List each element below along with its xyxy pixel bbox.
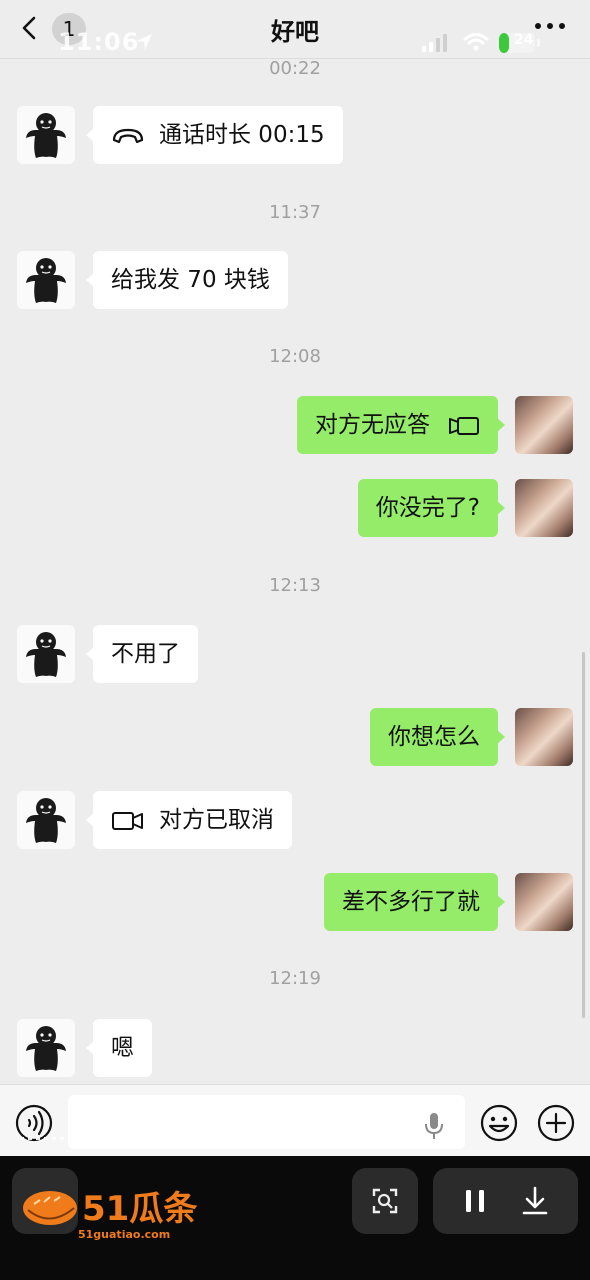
- chat-title: 好吧: [271, 18, 319, 46]
- message-text: 通话时长 00:15: [159, 122, 325, 148]
- message-row-incoming: 对方已取消: [0, 791, 590, 851]
- message-text: 嗯: [111, 1035, 134, 1061]
- video-call-icon: [112, 811, 143, 830]
- progress-dots: [20, 1137, 170, 1140]
- message-row-incoming: 给我发 70 块钱: [0, 251, 590, 311]
- user-avatar[interactable]: [515, 873, 573, 931]
- message-row-outgoing: 你想怎么: [0, 708, 590, 768]
- media-controls: [433, 1168, 578, 1234]
- message-bubble-outgoing[interactable]: 你没完了?: [357, 479, 506, 537]
- user-avatar[interactable]: [515, 396, 573, 454]
- contact-avatar[interactable]: [17, 1019, 75, 1077]
- message-bubble-incoming[interactable]: 对方已取消: [86, 791, 292, 849]
- video-call-icon: [449, 416, 479, 435]
- message-text: 对方已取消: [159, 807, 274, 833]
- more-options-icon[interactable]: [530, 14, 570, 38]
- watermark-brand: 51瓜条: [82, 1189, 197, 1229]
- emoji-icon[interactable]: [479, 1103, 519, 1143]
- download-icon[interactable]: [515, 1181, 555, 1221]
- contact-avatar[interactable]: [17, 791, 75, 849]
- message-row-incoming: 嗯: [0, 1019, 590, 1079]
- message-bubble-incoming[interactable]: 嗯: [86, 1019, 152, 1077]
- message-bubble-incoming[interactable]: 给我发 70 块钱: [86, 251, 288, 309]
- user-avatar[interactable]: [515, 708, 573, 766]
- message-input[interactable]: [68, 1095, 465, 1149]
- scan-icon: [372, 1188, 398, 1214]
- timestamp: 00:22: [269, 58, 321, 79]
- phone-icon: [112, 128, 144, 143]
- message-bubble-outgoing[interactable]: 对方无应答: [297, 396, 505, 454]
- timestamp: 12:19: [269, 968, 321, 989]
- message-bubble-outgoing[interactable]: 你想怎么: [370, 708, 505, 766]
- player-bar: 51瓜条 51guatiao.com: [0, 1156, 590, 1280]
- watermark-domain: 51guatiao.com: [78, 1228, 170, 1241]
- timestamp: 12:08: [269, 346, 321, 367]
- message-text: 你想怎么: [388, 724, 480, 750]
- pause-icon[interactable]: [455, 1181, 495, 1221]
- add-icon[interactable]: [536, 1103, 576, 1143]
- message-list[interactable]: 00:22 通话时长 00:15 11:37 给我发 70 块钱 12:08 对…: [0, 58, 590, 1084]
- contact-avatar[interactable]: [17, 625, 75, 683]
- message-bubble-outgoing[interactable]: 差不多行了就: [324, 873, 505, 931]
- message-row-incoming: 不用了: [0, 625, 590, 685]
- message-row-incoming: 通话时长 00:15: [0, 106, 590, 166]
- chat-header: 1 好吧 11:06 24: [0, 0, 590, 59]
- contact-avatar[interactable]: [17, 106, 75, 164]
- message-row-outgoing: 你没完了?: [0, 479, 590, 539]
- message-text: 给我发 70 块钱: [111, 267, 270, 293]
- scan-button[interactable]: [352, 1168, 418, 1234]
- message-text: 不用了: [111, 641, 180, 667]
- message-text: 对方无应答: [315, 412, 430, 438]
- scrollbar[interactable]: [582, 652, 585, 1018]
- message-text: 你没完了?: [375, 495, 480, 521]
- message-row-outgoing: 差不多行了就: [0, 873, 590, 933]
- microphone-icon[interactable]: [424, 1112, 444, 1140]
- watermark-logo: 51瓜条 51guatiao.com: [23, 1189, 197, 1241]
- message-text: 差不多行了就: [342, 889, 480, 915]
- message-input-bar: [0, 1084, 590, 1157]
- user-avatar[interactable]: [515, 479, 573, 537]
- message-bubble-incoming[interactable]: 通话时长 00:15: [86, 106, 343, 164]
- message-row-outgoing: 对方无应答: [0, 396, 590, 456]
- message-bubble-incoming[interactable]: 不用了: [86, 625, 198, 683]
- contact-avatar[interactable]: [17, 251, 75, 309]
- timestamp: 12:13: [269, 575, 321, 596]
- timestamp: 11:37: [269, 202, 321, 223]
